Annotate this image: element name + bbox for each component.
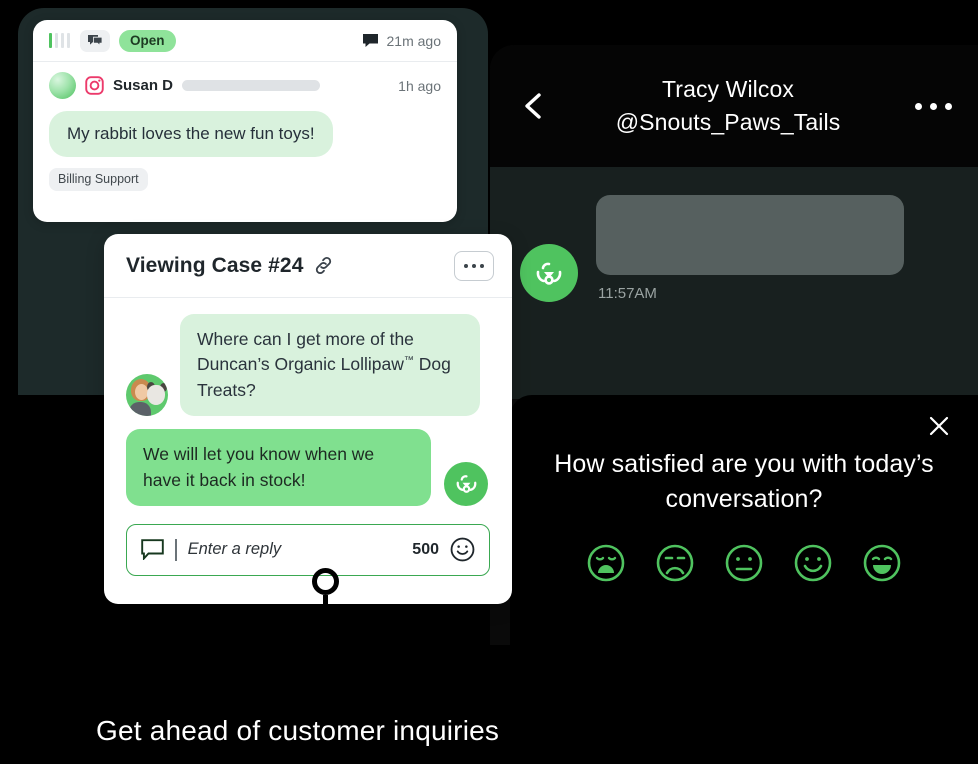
brand-pet-logo-icon bbox=[536, 262, 562, 285]
chat-bubbles-icon bbox=[88, 34, 103, 46]
back-button[interactable] bbox=[516, 89, 550, 123]
conversation-header: Tracy Wilcox @Snouts_Paws_Tails bbox=[490, 45, 978, 167]
emoji-picker-button[interactable] bbox=[450, 537, 475, 562]
face-satisfied-icon bbox=[794, 544, 832, 582]
signal-bars-icon bbox=[49, 33, 70, 48]
case-more-button[interactable] bbox=[454, 250, 494, 281]
incoming-message-text-1: Where can I get more of the Duncan’s Org… bbox=[197, 329, 414, 375]
rating-satisfied[interactable] bbox=[793, 543, 833, 583]
more-dot bbox=[472, 263, 476, 268]
outgoing-message-bubble: We will let you know when we have it bac… bbox=[126, 429, 431, 506]
avatar-body bbox=[129, 402, 151, 417]
priority-bar bbox=[55, 33, 58, 48]
text-caret bbox=[175, 538, 177, 561]
smiley-icon bbox=[450, 538, 475, 562]
message-timestamp: 11:57AM bbox=[598, 285, 657, 302]
inbox-case-card[interactable]: Open 21m ago Susan D 1h ago My rabbit lo… bbox=[33, 20, 457, 222]
face-very-satisfied-icon bbox=[863, 544, 901, 582]
case-detail-card: Viewing Case #24 Where can I get more of… bbox=[104, 234, 512, 604]
more-dot bbox=[464, 263, 468, 268]
redacted-subject bbox=[182, 80, 321, 91]
status-badge: Open bbox=[119, 29, 176, 52]
close-survey-button[interactable] bbox=[924, 411, 954, 441]
conversation-title: Tracy Wilcox @Snouts_Paws_Tails bbox=[550, 73, 906, 138]
inbox-card-meta: 21m ago bbox=[362, 33, 441, 49]
sender-timestamp: 1h ago bbox=[398, 77, 441, 94]
updated-timestamp: 21m ago bbox=[386, 32, 441, 49]
message-square-button[interactable] bbox=[141, 539, 164, 561]
case-card-header: Viewing Case #24 bbox=[104, 234, 512, 298]
face-very-dissatisfied-icon bbox=[587, 544, 625, 582]
priority-bar bbox=[49, 33, 52, 48]
chevron-left-icon bbox=[525, 93, 541, 119]
message-row: 11:57AM bbox=[490, 195, 978, 302]
instagram-icon bbox=[85, 76, 104, 95]
page-title: Viewing Case #24 bbox=[126, 253, 304, 277]
inbox-card-header: Open 21m ago bbox=[33, 20, 457, 62]
sender-name: Susan D bbox=[113, 77, 174, 94]
contact-name: Tracy Wilcox bbox=[662, 76, 794, 103]
rating-dissatisfied[interactable] bbox=[655, 543, 695, 583]
pin-stem bbox=[323, 595, 328, 675]
screenshot-root: Tracy Wilcox @Snouts_Paws_Tails 11:57AM … bbox=[0, 0, 978, 764]
contact-handle: @Snouts_Paws_Tails bbox=[615, 109, 841, 135]
survey-question: How satisfied are you with today’s conve… bbox=[554, 450, 934, 513]
rating-very-dissatisfied[interactable] bbox=[586, 543, 626, 583]
message-column: 11:57AM bbox=[596, 195, 904, 302]
trademark-symbol: ™ bbox=[403, 355, 414, 367]
sender-row: Susan D 1h ago bbox=[49, 72, 441, 99]
character-counter: 500 bbox=[412, 540, 439, 558]
reply-input[interactable]: Enter a reply bbox=[188, 540, 402, 559]
inbox-message-bubble: My rabbit loves the new fun toys! bbox=[49, 111, 333, 157]
map-pin-marker bbox=[312, 568, 339, 675]
link-icon bbox=[316, 257, 332, 274]
face-dissatisfied-icon bbox=[656, 544, 694, 582]
conversation-more-button[interactable] bbox=[906, 93, 952, 119]
rating-very-satisfied[interactable] bbox=[862, 543, 902, 583]
reply-input-container[interactable]: Enter a reply 500 bbox=[126, 523, 490, 576]
more-dot bbox=[915, 102, 922, 110]
case-tag[interactable]: Billing Support bbox=[49, 168, 148, 191]
more-dot bbox=[480, 263, 484, 268]
inbox-card-body: Susan D 1h ago My rabbit loves the new f… bbox=[33, 62, 457, 191]
chat-bubbles-button[interactable] bbox=[80, 29, 110, 52]
close-icon bbox=[929, 416, 949, 436]
agent-avatar bbox=[444, 461, 488, 506]
avatar bbox=[49, 72, 76, 99]
brand-pet-logo-icon bbox=[456, 475, 476, 494]
priority-bar bbox=[61, 33, 64, 48]
message-square-icon bbox=[141, 539, 164, 561]
customer-avatar bbox=[126, 374, 168, 417]
more-dot bbox=[945, 102, 952, 110]
message-icon bbox=[362, 34, 378, 47]
more-dot bbox=[930, 102, 937, 110]
agent-avatar bbox=[520, 244, 578, 302]
face-neutral-icon bbox=[725, 544, 763, 582]
incoming-message-bubble: Where can I get more of the Duncan’s Org… bbox=[180, 314, 480, 417]
priority-bar bbox=[67, 33, 70, 48]
message-row: We will let you know when we have it bac… bbox=[126, 429, 490, 506]
copy-link-button[interactable] bbox=[313, 255, 334, 276]
caption-text: Get ahead of customer inquiries bbox=[96, 715, 500, 746]
survey-rating-options bbox=[510, 543, 978, 583]
case-card-body: Where can I get more of the Duncan’s Org… bbox=[104, 298, 512, 576]
rating-neutral[interactable] bbox=[724, 543, 764, 583]
conversation-messages: 11:57AM bbox=[490, 167, 978, 399]
pin-head bbox=[312, 568, 339, 595]
message-row: Where can I get more of the Duncan’s Org… bbox=[126, 314, 490, 417]
avatar-dog bbox=[147, 385, 165, 406]
satisfaction-survey: How satisfied are you with today’s conve… bbox=[510, 395, 978, 645]
message-bubble-placeholder bbox=[596, 195, 904, 275]
